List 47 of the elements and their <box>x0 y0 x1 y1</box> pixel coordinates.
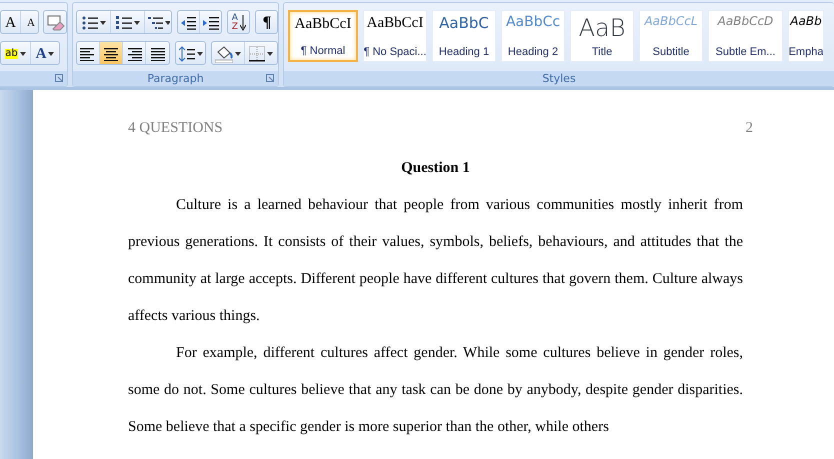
group-label: Styles <box>542 72 576 85</box>
style-option[interactable]: AaBbCcI ¶ No Spaci... <box>363 10 427 62</box>
caret-icon <box>100 21 106 25</box>
grow-font-button[interactable]: A <box>1 11 21 33</box>
caret-icon <box>235 52 241 56</box>
shading-button[interactable] <box>212 42 246 64</box>
page-number: 2 <box>746 120 753 137</box>
align-right-icon <box>126 47 142 61</box>
style-option[interactable]: AaBbCcD Subtle Em... <box>708 10 783 62</box>
sort-button[interactable]: A Z <box>228 11 249 33</box>
style-option[interactable]: AaBb Empha <box>788 10 824 62</box>
shrink-font-button[interactable]: A <box>21 11 38 33</box>
caret-icon <box>48 52 54 56</box>
highlight-button[interactable]: ab <box>1 42 31 64</box>
section-heading: Question 1 <box>400 159 471 178</box>
caret-icon <box>134 21 140 25</box>
down-arrow-icon <box>240 15 246 31</box>
body-paragraph: For example, different cultures affect gender. While some cultures believe in gender roles, some do not. Some cultures believe that any task can be done by anybody, despite gender disparities. Some believe that a specific gender is more superior than the other, while others <box>128 344 743 437</box>
numbered-list-icon <box>116 16 132 30</box>
dialog-launcher-icon[interactable] <box>266 74 274 82</box>
align-center-button[interactable] <box>100 42 123 64</box>
group-label: Paragraph <box>147 72 204 85</box>
align-center-icon <box>103 47 119 61</box>
header-text: 4 QUESTIONS <box>128 120 223 137</box>
style-option[interactable]: AaBbCcL Subtitle <box>639 10 703 62</box>
style-option[interactable]: AaB Title <box>570 10 634 62</box>
caret-icon <box>196 52 203 56</box>
borders-icon <box>249 46 266 62</box>
body-paragraph: Culture is a learned behaviour that people from various communities mostly inherit from previous generations. It consists of their values, symbols, beliefs, behaviours, and attitudes that the community at large accepts. Different people have different cultures that govern them. Culture always affects various things. <box>128 196 743 326</box>
align-justify-icon <box>150 47 166 61</box>
bullet-list-icon <box>82 16 98 30</box>
eraser-icon <box>46 15 65 31</box>
line-spacing-icon <box>178 46 195 62</box>
style-option[interactable]: AaBbC Heading 1 <box>432 10 496 62</box>
dialog-launcher-icon[interactable] <box>55 74 63 82</box>
increase-indent-icon <box>202 16 219 30</box>
style-option[interactable]: AaBbCc Heading 2 <box>501 10 565 62</box>
style-option[interactable]: AaBbCcI ¶ Normal <box>288 10 358 62</box>
paint-bucket-icon <box>215 46 234 62</box>
caret-icon <box>20 52 26 56</box>
caret-icon <box>267 52 274 56</box>
font-color-button[interactable]: A <box>31 42 59 64</box>
align-left-icon <box>80 47 96 61</box>
multilevel-list-icon <box>148 16 163 30</box>
caret-icon <box>164 21 170 25</box>
show-formatting-button[interactable]: ¶ <box>256 11 278 33</box>
decrease-indent-icon <box>180 16 196 30</box>
